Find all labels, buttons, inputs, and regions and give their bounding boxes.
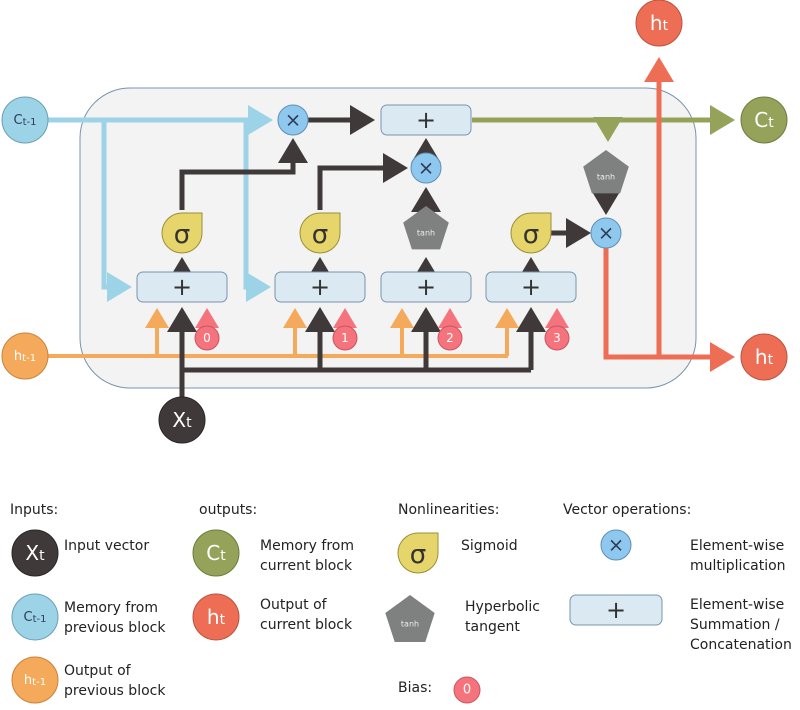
hidden-prev-node: ht-1 [1,332,49,380]
memory-prev-node: Ct-1 [1,96,49,144]
plus-icon: + [606,596,626,624]
input-node: Xt [158,396,206,444]
legend-text-memory-current: Memory from current block [260,538,354,574]
tanh-label: tanh [597,173,615,182]
bias-0: 0 [194,325,220,351]
input-gate-sum: + [274,271,366,303]
legend-text-memory-prev: Memory from previous block [64,600,166,636]
memory-out-node: Ct [740,96,788,144]
legend-input-node: Xt [11,529,59,577]
legend-text-tanh: Hyperbolic tangent [465,599,540,635]
legend-memory-out-node: Ct [192,529,240,577]
legend-text-input-vector: Input vector [64,538,150,554]
forget-gate-sum: + [136,271,228,303]
legend-text-sigmoid: Sigmoid [461,538,518,554]
legend-hidden-prev-node: ht-1 [11,656,59,704]
bias-label: 0 [203,331,211,345]
legend-text-multiplication: Element-wise multiplication [690,538,786,574]
multiply-icon: × [598,222,614,245]
legend-multiply: × [600,529,632,561]
legend-memory-prev-node: Ct-1 [11,593,59,641]
plus-icon: + [416,106,436,134]
plus-icon: + [521,273,541,301]
plus-icon: + [310,273,330,301]
sigma-icon: σ [174,220,190,250]
forget-gate-sigmoid: σ [161,212,203,254]
hidden-out-right-node: ht [740,333,788,381]
legend-text-output-prev: Output of previous block [64,663,166,699]
bias-label: 2 [446,331,454,345]
bias-label: 1 [341,331,349,345]
legend-heading-vector-ops: Vector operations: [563,502,692,518]
candidate-sum: + [380,271,472,303]
sigma-icon: σ [312,220,328,250]
bias-label: 0 [463,683,471,698]
legend-sigmoid: σ [397,532,439,574]
sigma-icon: σ [523,220,539,250]
tanh-label: tanh [417,229,435,238]
memory-update-sum: + [380,104,472,136]
multiply-icon: × [418,157,434,180]
multiply-icon: × [608,534,624,557]
output-gate-sigmoid: σ [510,212,552,254]
tanh-label: tanh [401,620,419,629]
legend-hidden-out-node: ht [192,593,240,641]
input-multiply: × [410,152,442,184]
legend-bias: 0 [453,676,481,704]
legend-heading-bias: Bias: [398,680,433,696]
bias-3: 3 [544,325,570,351]
legend-heading-nonlinearities: Nonlinearities: [398,502,500,518]
bias-label: 3 [553,331,561,345]
sigma-icon: σ [410,540,426,570]
input-gate-sigmoid: σ [299,212,341,254]
multiply-icon: × [285,109,301,132]
output-multiply: × [590,217,622,249]
bias-1: 1 [332,325,358,351]
legend-tanh: tanh [385,595,435,642]
tanh-pentagon [385,595,435,642]
legend-text-summation: Element-wise Summation / Concatenation [690,597,792,653]
output-gate-sum: + [485,271,577,303]
legend-summation-box: + [569,594,663,626]
legend-heading-outputs: outputs: [199,502,258,518]
bias-2: 2 [437,325,463,351]
hidden-out-top-node: ht [635,0,683,47]
forget-multiply: × [277,104,309,136]
legend-heading-inputs: Inputs: [10,502,59,518]
legend-text-output-current: Output of current block [260,597,353,633]
plus-icon: + [416,273,436,301]
plus-icon: + [172,273,192,301]
